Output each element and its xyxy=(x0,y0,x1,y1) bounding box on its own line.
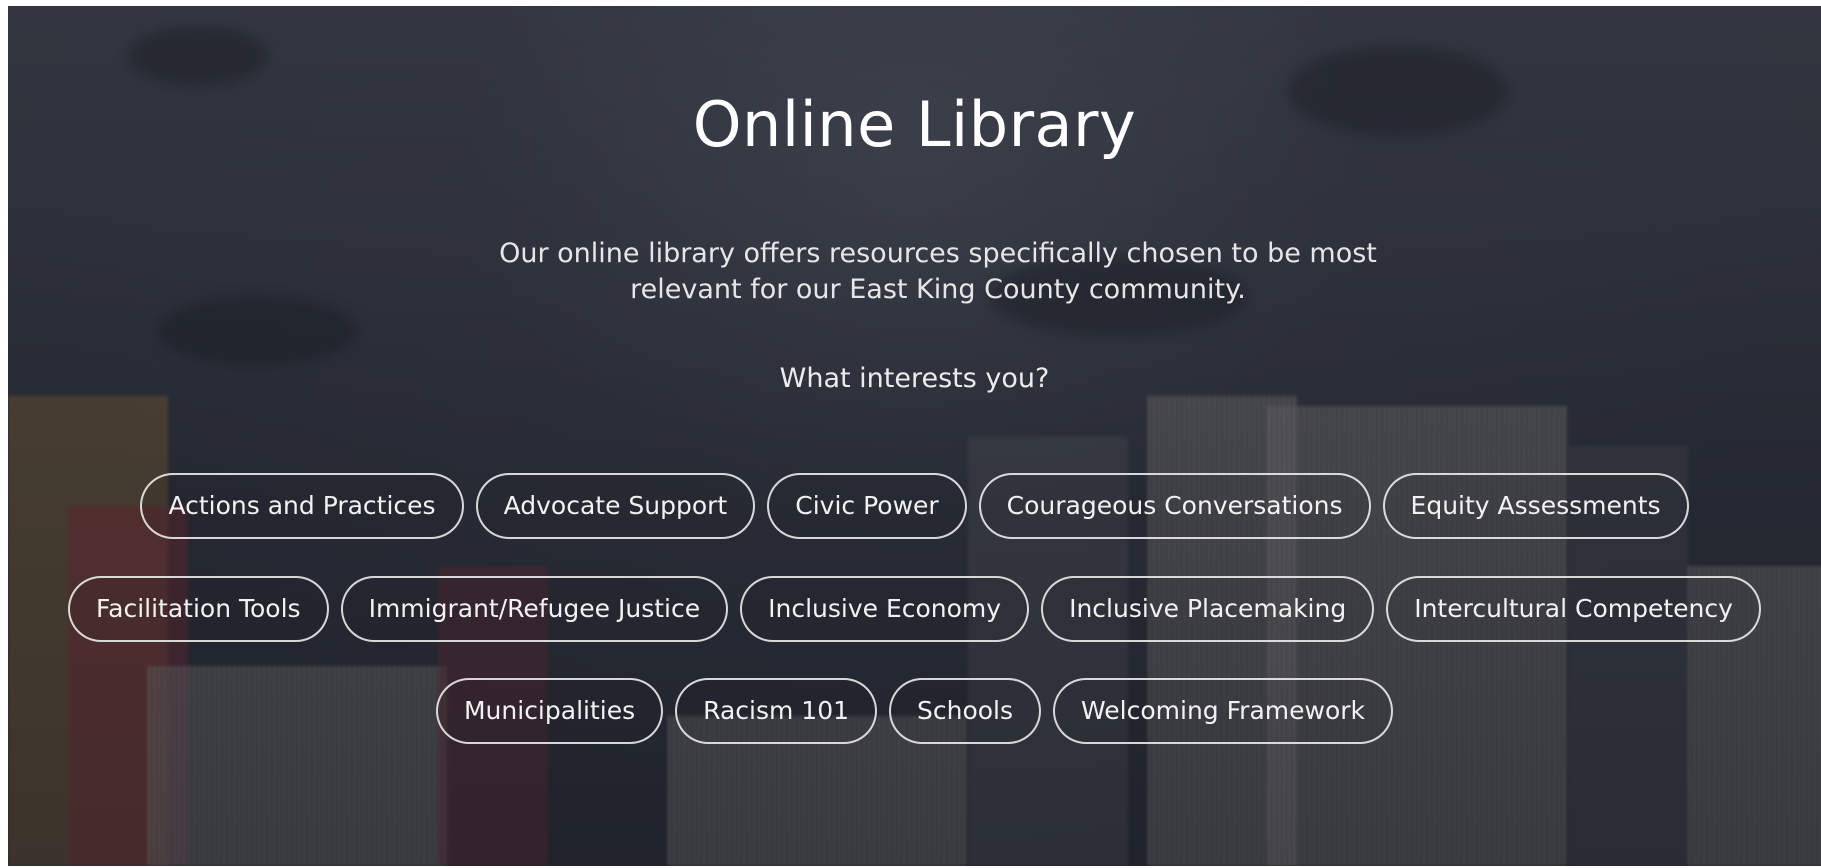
topic-tag-municipalities[interactable]: Municipalities xyxy=(435,678,664,744)
topic-tag-inclusive-economy[interactable]: Inclusive Economy xyxy=(740,576,1030,642)
topic-tag-actions-and-practices[interactable]: Actions and Practices xyxy=(140,473,464,539)
topic-tag-welcoming-framework[interactable]: Welcoming Framework xyxy=(1053,678,1394,744)
interests-prompt: What interests you? xyxy=(779,363,1050,394)
topic-tag-facilitation-tools[interactable]: Facilitation Tools xyxy=(68,576,329,642)
topic-tag-courageous-conversations[interactable]: Courageous Conversations xyxy=(978,473,1371,539)
library-content: Online Library Our online library offers… xyxy=(8,6,1821,866)
topic-tag-equity-assessments[interactable]: Equity Assessments xyxy=(1382,473,1689,539)
topic-tag-civic-power[interactable]: Civic Power xyxy=(767,473,967,539)
page-title: Online Library xyxy=(692,88,1137,161)
library-hero-section: Online Library Our online library offers… xyxy=(8,6,1821,866)
topic-row-3: Municipalities Racism 101 Schools Welcom… xyxy=(8,678,1821,744)
topic-tag-racism-101[interactable]: Racism 101 xyxy=(675,678,877,744)
topic-tag-advocate-support[interactable]: Advocate Support xyxy=(475,473,756,539)
topic-row-2: Facilitation Tools Immigrant/Refugee Jus… xyxy=(8,576,1821,642)
topic-row-1: Actions and Practices Advocate Support C… xyxy=(8,473,1821,539)
intro-text: Our online library offers resources spec… xyxy=(499,238,1377,305)
topic-tag-schools[interactable]: Schools xyxy=(889,678,1042,744)
topic-tag-inclusive-placemaking[interactable]: Inclusive Placemaking xyxy=(1041,576,1375,642)
topic-tag-immigrant-refugee-justice[interactable]: Immigrant/Refugee Justice xyxy=(340,576,729,642)
topic-tag-intercultural-competency[interactable]: Intercultural Competency xyxy=(1386,576,1761,642)
